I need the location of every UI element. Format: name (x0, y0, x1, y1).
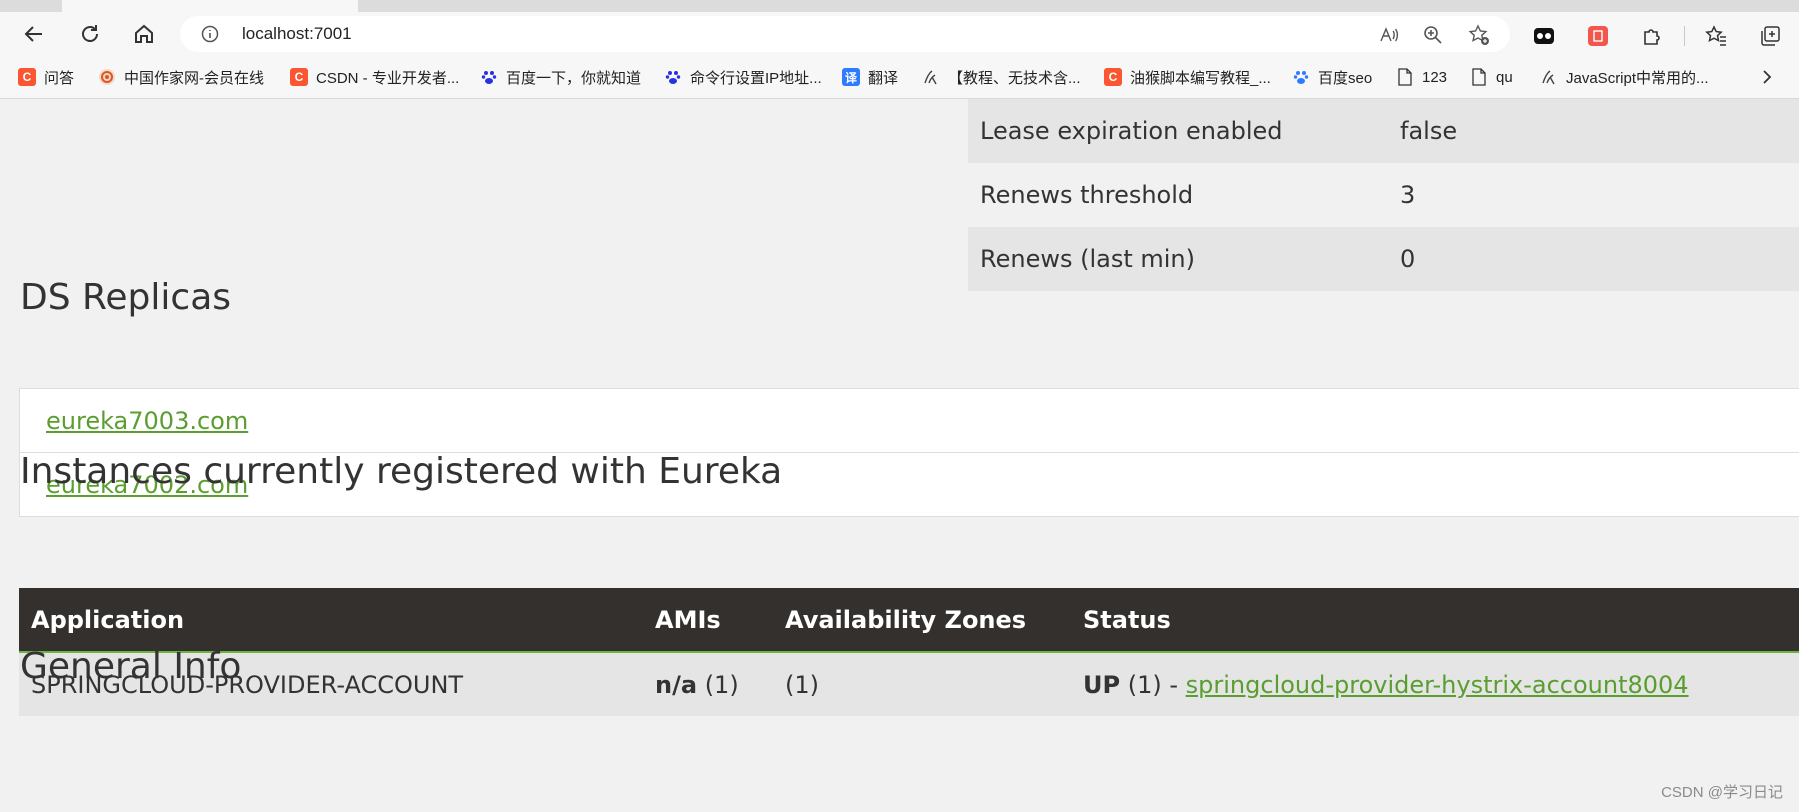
bookmark-label: 百度一下，你就知道 (506, 69, 642, 87)
status-count: (1) - (1127, 670, 1179, 699)
csdn-icon: C (18, 68, 36, 86)
bookmark-label: 中国作家网-会员在线 (124, 69, 264, 87)
writer-site-icon (98, 68, 116, 86)
ami-count: (1) (704, 670, 739, 699)
instance-link[interactable]: springcloud-provider-hystrix-account8004 (1186, 671, 1689, 699)
bookmark-item[interactable]: 中国作家网-会员在线 (98, 66, 264, 88)
extensions-puzzle-icon[interactable] (1640, 24, 1664, 48)
bookmark-label: qu (1496, 68, 1513, 86)
extension-game-icon[interactable] (1532, 24, 1556, 48)
back-button[interactable] (18, 18, 50, 50)
site-info-icon[interactable] (200, 24, 220, 44)
table-row: Renews threshold 3 (968, 163, 1799, 227)
bookmark-item[interactable]: 命令行设置IP地址... (664, 66, 822, 88)
instances-table: Application AMIs Availability Zones Stat… (19, 588, 1799, 716)
column-header: Availability Zones (773, 588, 1071, 653)
handwave-icon (922, 68, 940, 86)
column-header: Application (19, 588, 643, 653)
bookmark-item[interactable]: 123 (1396, 66, 1447, 88)
back-arrow-icon (24, 26, 42, 42)
home-icon (135, 24, 153, 43)
watermark: CSDN @学习日记 (1661, 784, 1783, 801)
bookmark-label: 问答 (44, 69, 75, 87)
general-info-heading: General Info (20, 646, 242, 687)
status-table: Lease expiration enabled false Renews th… (968, 99, 1799, 291)
bookmark-label: 翻译 (868, 69, 899, 87)
bookmark-item[interactable]: C 油猴脚本编写教程_... (1104, 66, 1271, 88)
bookmark-item[interactable]: qu (1470, 66, 1513, 88)
bookmarks-overflow-button[interactable] (1760, 66, 1774, 88)
active-tab[interactable] (62, 0, 358, 12)
ami-name: n/a (655, 670, 698, 699)
bookmark-item[interactable]: 译 翻译 (842, 66, 898, 88)
status-cell: UP (1) - springcloud-provider-hystrix-ac… (1071, 652, 1799, 716)
favorites-icon[interactable] (1704, 24, 1728, 48)
ds-replicas-heading: DS Replicas (20, 277, 232, 318)
bookmark-label: 【教程、无技术含... (948, 69, 1081, 87)
favorite-add-icon[interactable] (1468, 24, 1490, 46)
ami-cell: n/a (1) (643, 652, 773, 716)
address-bar[interactable]: localhost:7001 (180, 16, 1510, 52)
bookmark-label: 百度seo (1318, 69, 1373, 87)
bookmark-item[interactable]: C 问答 (18, 66, 74, 88)
bookmark-item[interactable]: JavaScript中常用的... (1540, 66, 1709, 88)
column-header: Status (1071, 588, 1799, 653)
bookmark-item[interactable]: C CSDN - 专业开发者... (290, 66, 459, 88)
csdn-icon: C (1104, 68, 1122, 86)
page-content: Lease expiration enabled false Renews th… (0, 99, 1799, 812)
stat-key: Lease expiration enabled (968, 99, 1388, 163)
home-button[interactable] (128, 18, 160, 50)
csdn-icon: C (290, 68, 308, 86)
bookmark-label: 油猴脚本编写教程_... (1130, 69, 1271, 87)
replica-link[interactable]: eureka7003.com (46, 407, 248, 435)
stat-key: Renews (last min) (968, 227, 1388, 291)
url-text[interactable]: localhost:7001 (242, 24, 352, 44)
translate-icon: 译 (842, 68, 860, 86)
bookmarks-bar: C 问答 中国作家网-会员在线 C CSDN - 专业开发者... 百度一下，你… (0, 56, 1799, 99)
bookmark-label: 命令行设置IP地址... (690, 69, 822, 87)
read-aloud-icon[interactable] (1378, 24, 1400, 46)
baidu-paw-icon (480, 68, 498, 86)
table-header-row: Application AMIs Availability Zones Stat… (19, 588, 1799, 653)
browser-toolbar: localhost:7001 (0, 12, 1799, 56)
table-row: SPRINGCLOUD-PROVIDER-ACCOUNT n/a (1) (1)… (19, 652, 1799, 716)
bookmark-item[interactable]: 百度seo (1292, 66, 1372, 88)
tab-strip (0, 0, 1799, 12)
stat-value: 3 (1388, 163, 1799, 227)
baidu-paw-icon (664, 68, 682, 86)
column-header: AMIs (643, 588, 773, 653)
status-state: UP (1083, 670, 1121, 699)
bookmark-label: CSDN - 专业开发者... (316, 69, 460, 87)
handwave-icon (1540, 68, 1558, 86)
reload-icon (82, 25, 98, 42)
zoom-icon[interactable] (1422, 24, 1444, 46)
instances-heading: Instances currently registered with Eure… (20, 451, 783, 492)
bookmark-label: 123 (1422, 68, 1448, 86)
list-item: eureka7003.com (20, 389, 1799, 452)
table-row: Lease expiration enabled false (968, 99, 1799, 163)
bookmark-item[interactable]: 【教程、无技术含... (922, 66, 1081, 88)
stat-value: 0 (1388, 227, 1799, 291)
bookmark-label: JavaScript中常用的... (1566, 69, 1709, 87)
extension-red-icon[interactable] (1586, 24, 1610, 48)
bookmark-item[interactable]: 百度一下，你就知道 (480, 66, 641, 88)
toolbar-divider (1684, 26, 1685, 46)
stat-key: Renews threshold (968, 163, 1388, 227)
table-row: Renews (last min) 0 (968, 227, 1799, 291)
reload-button[interactable] (74, 18, 106, 50)
baidu-paw-icon (1292, 68, 1310, 86)
zones-cell: (1) (773, 652, 1071, 716)
collections-icon[interactable] (1758, 24, 1782, 48)
stat-value: false (1388, 99, 1799, 163)
page-icon (1470, 68, 1488, 86)
page-icon (1396, 68, 1414, 86)
chevron-right-icon (1763, 70, 1772, 84)
